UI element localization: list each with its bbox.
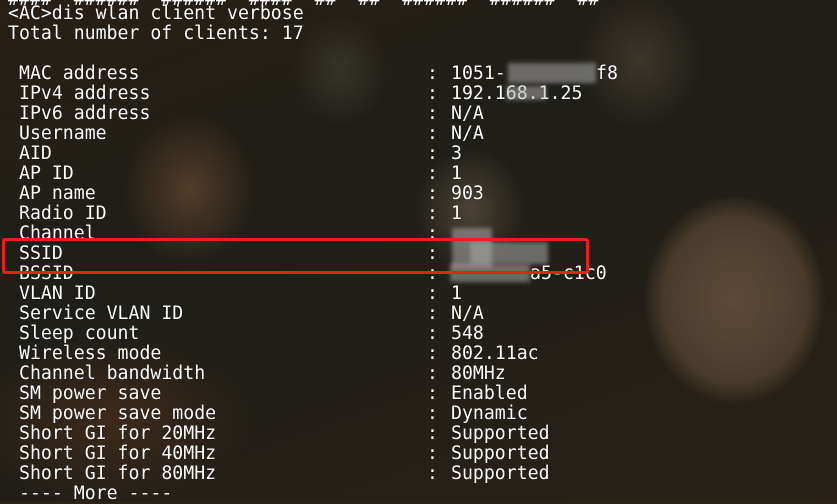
detail-separator: : [427, 383, 438, 404]
detail-row: Username: N/A [0, 124, 837, 144]
detail-key: VLAN ID [19, 283, 96, 304]
detail-row: Service VLAN ID: N/A [0, 304, 837, 324]
detail-key: MAC address [19, 63, 140, 84]
detail-value: 3 [451, 143, 462, 164]
detail-key: Short GI for 80MHz [19, 463, 217, 484]
detail-separator: : [427, 303, 438, 324]
detail-key: Radio ID [19, 203, 107, 224]
detail-row: IPv6 address: N/A [0, 104, 837, 124]
detail-key: IPv6 address [19, 103, 151, 124]
detail-separator: : [427, 143, 438, 164]
ipv4-mask [506, 86, 546, 100]
detail-row: SM power save mode: Dynamic [0, 404, 837, 424]
detail-key: Sleep count [19, 323, 140, 344]
detail-row: SM power save: Enabled [0, 384, 837, 404]
detail-separator: : [427, 463, 438, 484]
detail-value: Supported [451, 463, 550, 484]
ssid-highlight-box [2, 238, 589, 274]
detail-separator: : [427, 423, 438, 444]
detail-row: AID:3 [0, 144, 837, 164]
detail-key: Short GI for 40MHz [19, 443, 217, 464]
detail-row: Radio ID:1 [0, 204, 837, 224]
detail-separator: : [427, 203, 438, 224]
detail-separator: : [427, 83, 438, 104]
total-clients-line: Total number of clients: 17 [8, 23, 304, 44]
detail-value: N/A [451, 103, 484, 124]
detail-separator: : [427, 403, 438, 424]
detail-value: 802.11ac [451, 343, 539, 364]
detail-value: 80MHz [451, 363, 506, 384]
detail-row: Wireless mode:802.11ac [0, 344, 837, 364]
detail-key: Wireless mode [19, 343, 162, 364]
detail-value: 1 [451, 283, 462, 304]
detail-value: 548 [451, 323, 484, 344]
command-line: <AC>dis wlan client verbose [8, 3, 304, 24]
detail-row: Short GI for 20MHz: Supported [0, 424, 837, 444]
detail-key: AP ID [19, 163, 74, 184]
detail-key: AP name [19, 183, 96, 204]
detail-value: 1 [451, 203, 462, 224]
detail-row: Sleep count:548 [0, 324, 837, 344]
detail-row: AP name:903 [0, 184, 837, 204]
detail-key: SM power save [19, 383, 162, 404]
detail-row: AP ID:1 [0, 164, 837, 184]
detail-value: 1051- [451, 63, 506, 84]
detail-value: Enabled [451, 383, 528, 404]
detail-separator: : [427, 443, 438, 464]
detail-separator: : [427, 63, 438, 84]
detail-separator: : [427, 123, 438, 144]
detail-row: Short GI for 80MHz: Supported [0, 464, 837, 484]
detail-separator: : [427, 343, 438, 364]
detail-row: MAC address:1051- [0, 64, 837, 84]
detail-key: AID [19, 143, 52, 164]
detail-value: N/A [451, 123, 484, 144]
detail-separator: : [427, 323, 438, 344]
terminal-window[interactable]: #### ###### ###### #### ## ## ###### ###… [0, 0, 837, 504]
detail-separator: : [427, 363, 438, 384]
detail-row: IPv4 address:192.168.1.25 [0, 84, 837, 104]
detail-key: Short GI for 20MHz [19, 423, 217, 444]
more-prompt[interactable]: ---- More ---- [19, 484, 172, 504]
detail-value: 1 [451, 163, 462, 184]
detail-row: VLAN ID:1 [0, 284, 837, 304]
detail-row: Short GI for 40MHz: Supported [0, 444, 837, 464]
mac-suffix: f8 [596, 63, 618, 84]
detail-value: Dynamic [451, 403, 528, 424]
detail-separator: : [427, 163, 438, 184]
detail-key: Service VLAN ID [19, 303, 184, 324]
detail-value: Supported [451, 443, 550, 464]
detail-separator: : [427, 103, 438, 124]
mac-mask [508, 63, 596, 83]
detail-row: Channel bandwidth:80MHz [0, 364, 837, 384]
detail-value: 903 [451, 183, 484, 204]
detail-key: Username [19, 123, 107, 144]
detail-key: SM power save mode [19, 403, 217, 424]
detail-value: Supported [451, 423, 550, 444]
detail-separator: : [427, 283, 438, 304]
detail-key: Channel bandwidth [19, 363, 206, 384]
detail-key: IPv4 address [19, 83, 151, 104]
detail-separator: : [427, 183, 438, 204]
detail-value: N/A [451, 303, 484, 324]
